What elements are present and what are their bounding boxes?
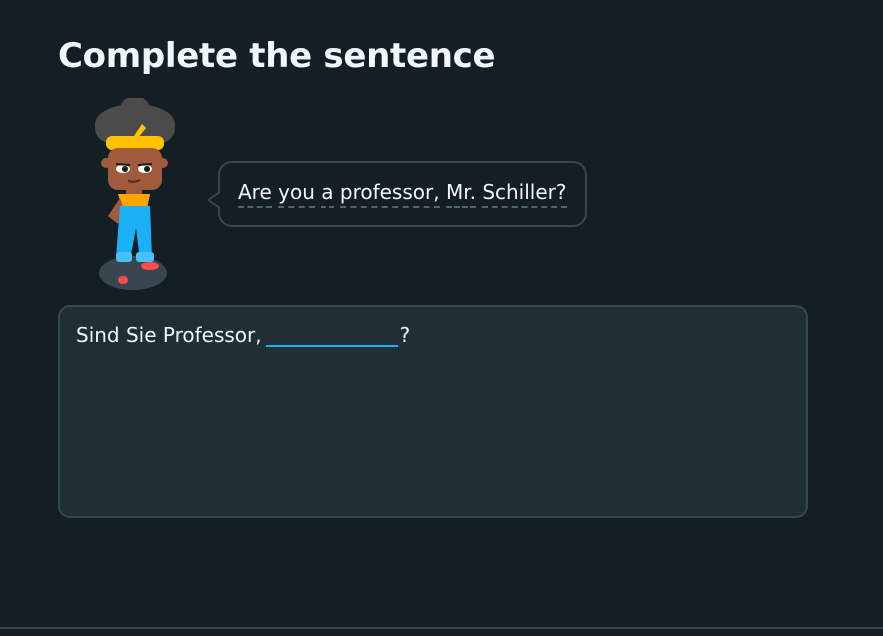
prompt-sentence: Are you a professor, Mr. Schiller?: [238, 180, 567, 208]
sentence-prefix: Sind Sie Professor,: [76, 323, 262, 347]
sentence-suffix: ?: [399, 323, 411, 347]
answer-panel: Sind Sie Professor, ?: [58, 305, 808, 518]
speech-bubble: Are you a professor, Mr. Schiller?: [207, 161, 587, 227]
prompt-word[interactable]: a: [321, 180, 334, 208]
page-title: Complete the sentence: [58, 36, 496, 76]
prompt-word[interactable]: you: [278, 180, 315, 208]
exercise-page: Complete the sentence Are you a professo…: [0, 0, 883, 636]
footer-divider: [0, 627, 883, 629]
prompt-word[interactable]: Schiller?: [482, 180, 567, 208]
prompt-word[interactable]: professor,: [339, 180, 440, 208]
answer-sentence: Sind Sie Professor, ?: [76, 319, 410, 347]
blank-input[interactable]: [265, 319, 398, 347]
prompt-word[interactable]: Mr.: [445, 180, 476, 208]
character-icon: [90, 96, 180, 294]
prompt-word[interactable]: Are: [238, 180, 272, 208]
